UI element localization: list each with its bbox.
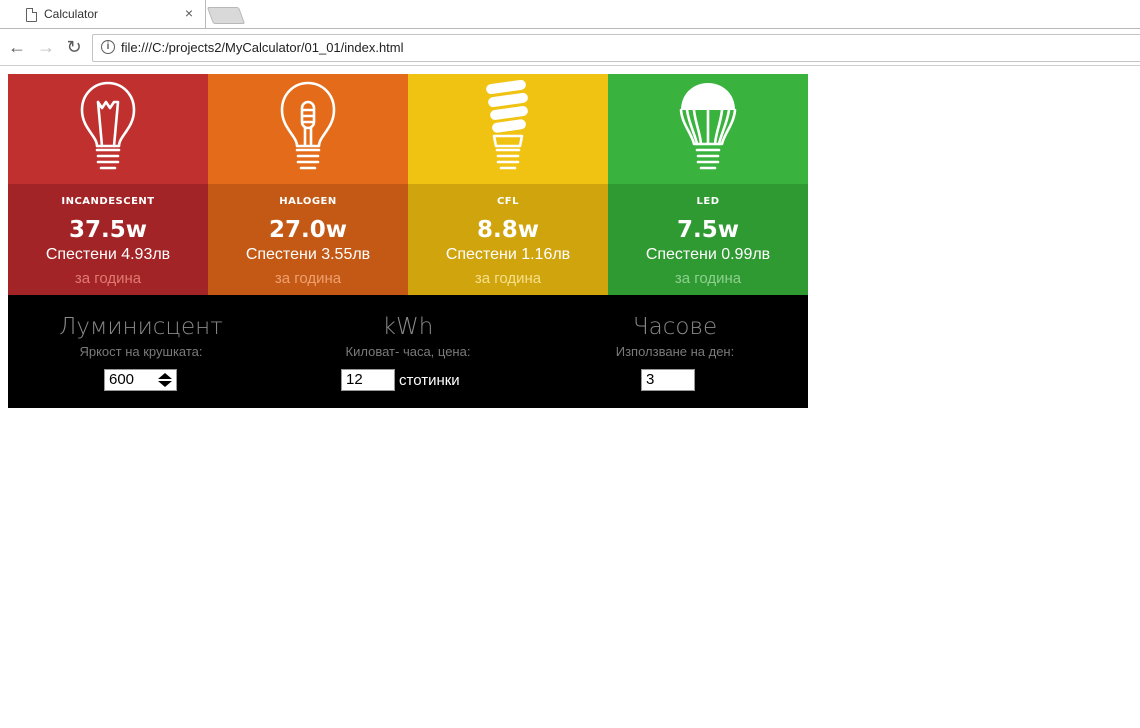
forward-arrow-icon[interactable]: → xyxy=(35,36,57,58)
bulb-card-bottom: INCANDESCENT 37.5w Спестени 4.93лв за го… xyxy=(8,184,208,295)
hours-subtitle: Използване на ден: xyxy=(615,344,735,359)
bulb-card-top xyxy=(208,74,408,184)
browser-tab[interactable]: Calculator × xyxy=(0,0,206,29)
tab-close-icon[interactable]: × xyxy=(181,5,197,21)
kwh-group: kWh Киловат- часа, цена: 12 стотинки xyxy=(275,295,541,408)
bulb-period: за година xyxy=(474,270,542,287)
kwh-title: kWh xyxy=(382,314,434,340)
bulb-card-incandescent: INCANDESCENT 37.5w Спестени 4.93лв за го… xyxy=(8,74,208,295)
bulb-card-top xyxy=(608,74,808,184)
bulb-card-bottom: HALOGEN 27.0w Спестени 3.55лв за година xyxy=(208,184,408,295)
page-icon xyxy=(26,8,37,22)
kwh-unit-label: стотинки xyxy=(399,372,460,389)
halogen-bulb-icon xyxy=(280,81,336,170)
bulb-wattage: 7.5w xyxy=(677,217,739,243)
tab-title: Calculator xyxy=(44,7,99,21)
bulb-wattage: 27.0w xyxy=(269,217,347,243)
bulb-card-top xyxy=(408,74,608,184)
lumens-value: 600 xyxy=(109,371,135,388)
lumens-subtitle: Яркост на крушката: xyxy=(79,344,203,359)
bulb-wattage: 8.8w xyxy=(477,217,539,243)
url-text[interactable]: file:///C:/projects2/MyCalculator/01_01/… xyxy=(121,40,404,55)
bulb-card-top xyxy=(8,74,208,184)
bulb-savings: Спестени 3.55лв xyxy=(245,246,371,263)
bulb-card-cfl: CFL 8.8w Спестени 1.16лв за година xyxy=(408,74,608,295)
bulb-wattage: 37.5w xyxy=(69,217,147,243)
incandescent-bulb-icon xyxy=(80,81,136,170)
lightbulb-calculator: INCANDESCENT 37.5w Спестени 4.93лв за го… xyxy=(8,74,808,408)
bulb-card-bottom: CFL 8.8w Спестени 1.16лв за година xyxy=(408,184,608,295)
hours-group: Часове Използване на ден: 3 xyxy=(542,295,808,408)
bulb-card-halogen: HALOGEN 27.0w Спестени 3.55лв за година xyxy=(208,74,408,295)
bulb-type-label: CFL xyxy=(496,196,520,207)
cfl-bulb-icon xyxy=(486,80,528,170)
lumens-select[interactable]: 600 xyxy=(104,369,177,391)
reload-icon[interactable]: ↻ xyxy=(63,36,85,58)
bulb-savings: Спестени 4.93лв xyxy=(45,246,171,263)
back-arrow-icon[interactable]: ← xyxy=(6,36,28,58)
bulb-period: за година xyxy=(74,270,142,287)
bulb-type-label: HALOGEN xyxy=(279,196,337,207)
kwh-price-input[interactable]: 12 xyxy=(341,369,395,391)
lumens-title: Луминисцент xyxy=(59,314,223,340)
calculator-inputs: Луминисцент Яркост на крушката: 600 kWh … xyxy=(8,295,808,408)
bulb-type-label: INCANDESCENT xyxy=(61,196,155,207)
bulb-card-bottom: LED 7.5w Спестени 0.99лв за година xyxy=(608,184,808,295)
bulb-comparison: INCANDESCENT 37.5w Спестени 4.93лв за го… xyxy=(8,74,808,295)
led-bulb-icon xyxy=(679,83,737,170)
bulb-type-label: LED xyxy=(696,196,720,207)
bulb-savings: Спестени 0.99лв xyxy=(645,246,771,263)
bulb-period: за година xyxy=(674,270,742,287)
hours-title: Часове xyxy=(632,314,718,340)
kwh-subtitle: Киловат- часа, цена: xyxy=(345,344,471,359)
tab-strip: Calculator × xyxy=(0,0,1140,30)
new-tab-button[interactable] xyxy=(206,7,246,24)
hours-input[interactable]: 3 xyxy=(641,369,695,391)
tab-divider xyxy=(0,28,1140,29)
hours-value: 3 xyxy=(646,371,655,388)
kwh-price-value: 12 xyxy=(346,371,363,388)
updown-arrows-icon[interactable] xyxy=(158,373,172,387)
lumens-group: Луминисцент Яркост на крушката: 600 xyxy=(8,295,274,408)
info-icon[interactable]: i xyxy=(101,40,115,54)
bulb-savings: Спестени 1.16лв xyxy=(445,246,571,263)
bulb-period: за година xyxy=(274,270,342,287)
bulb-card-led: LED 7.5w Спестени 0.99лв за година xyxy=(608,74,808,295)
address-bar[interactable]: i file:///C:/projects2/MyCalculator/01_0… xyxy=(92,34,1140,62)
browser-toolbar: ← → ↻ i file:///C:/projects2/MyCalculato… xyxy=(0,30,1140,66)
